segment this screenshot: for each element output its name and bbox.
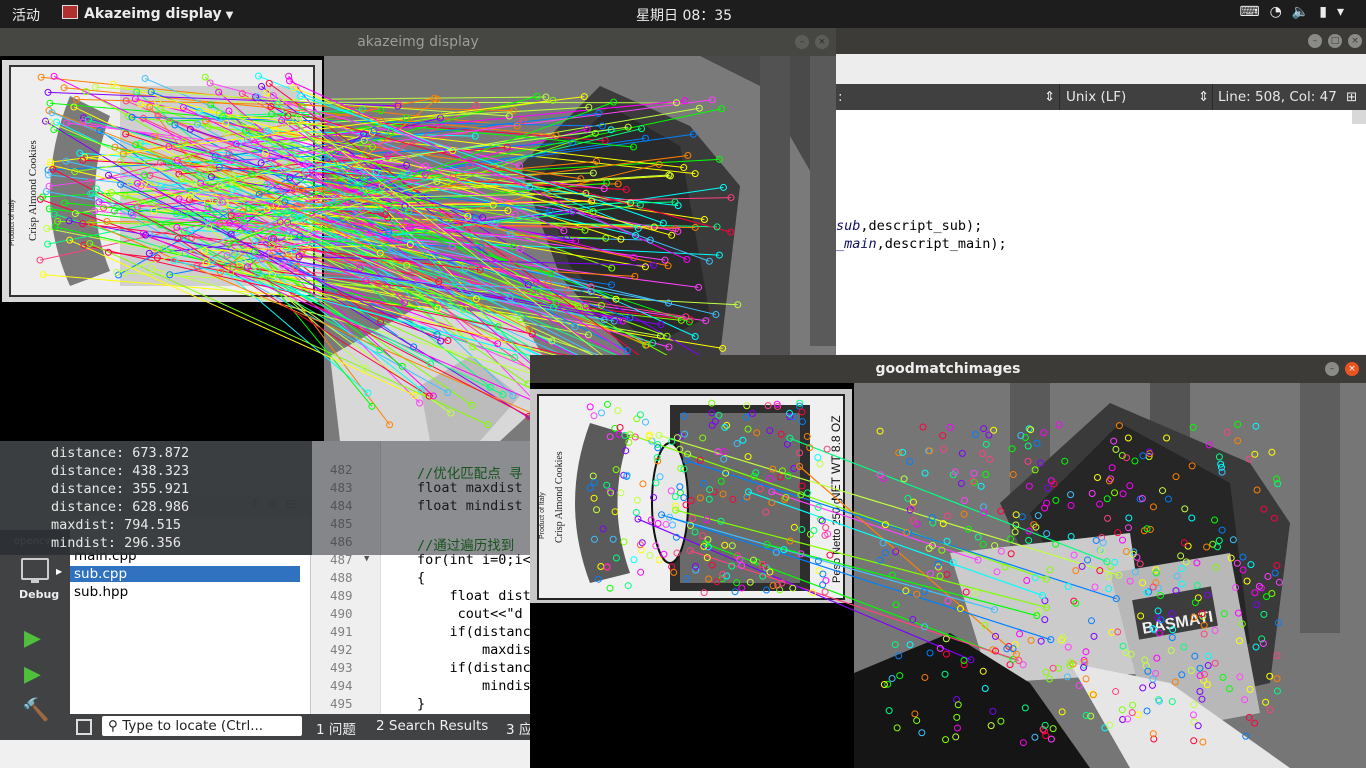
updown-chevron-icon[interactable]: ⇕ (1198, 89, 1209, 105)
updown-chevron-icon[interactable]: ⇕ (1044, 89, 1055, 105)
line-ending-selector[interactable]: Unix (LF) (1066, 89, 1126, 105)
mode-bar: opencv ▶ Debug ▶ ▶ 🔨 (0, 530, 70, 740)
debug-run-icon[interactable]: ▶ (24, 662, 41, 687)
line-number: 488 (330, 570, 353, 585)
tab-search-results[interactable]: 2 Search Results (376, 718, 488, 734)
goodmatchimages-window: goodmatchimages – × BASMATI Crisp Almond… (530, 355, 1366, 768)
line-number: 495 (330, 696, 353, 711)
console-line: mindist: 296.356 (51, 535, 182, 551)
code-line: maxdis (417, 642, 531, 658)
app-icon (62, 5, 78, 19)
box-label: Product of Italy (539, 492, 546, 539)
console-line: distance: 438.323 (51, 463, 190, 479)
box-label: Product of Italy (9, 199, 16, 246)
system-tray[interactable]: ⌨◔🔈▮▾ (1239, 4, 1354, 20)
box-label: Crisp Almond Cookies (554, 451, 565, 543)
line-number: 493 (330, 660, 353, 675)
file-item-sub-cpp[interactable]: sub.cpp (70, 566, 300, 582)
code-line: _main,descript_main); (836, 236, 1007, 252)
wifi-icon[interactable]: ◔ (1270, 4, 1292, 20)
close-icon[interactable]: × (815, 35, 829, 49)
search-icon: ⚲ (108, 718, 123, 734)
image-canvas[interactable]: BASMATI Crisp Almond Cookies Product of … (530, 383, 1366, 768)
file-item-sub-hpp[interactable]: sub.hpp (74, 584, 128, 600)
build-hammer-icon[interactable]: 🔨 (22, 698, 49, 723)
tab-issues[interactable]: 1 问题 (316, 718, 356, 738)
keyboard-icon[interactable]: ⌨ (1239, 4, 1269, 20)
clock[interactable]: 星期日 08：35 (636, 5, 732, 25)
line-number: 489 (330, 588, 353, 603)
chevron-down-icon: ▼ (225, 10, 234, 21)
minimize-icon[interactable]: – (795, 35, 809, 49)
console-line: distance: 355.921 (51, 481, 190, 497)
app-menu-label: Akazeimg display (84, 6, 222, 22)
menu-bar (836, 54, 1366, 84)
code-line: if(distanc (417, 660, 531, 676)
code-line: sub,descript_sub); (836, 218, 983, 234)
fold-icon[interactable]: ▼ (364, 554, 369, 564)
editor-toolbar: : ⇕ Unix (LF) ⇕ Line: 508, Col: 47 ⊞ (836, 84, 1366, 110)
code-line: if(distanc (417, 624, 531, 640)
close-icon[interactable]: × (1348, 34, 1362, 48)
chevron-right-icon: ▶ (56, 567, 63, 576)
volume-icon[interactable]: 🔈 (1292, 4, 1319, 20)
scrollbar[interactable] (1352, 110, 1366, 124)
code-line: } (417, 696, 426, 712)
encoding-chevron-icon: : (838, 89, 843, 105)
console-line: distance: 673.872 (51, 445, 190, 461)
locator-placeholder: Type to locate (Ctrl... (122, 718, 264, 734)
power-menu-icon[interactable]: ▾ (1337, 4, 1354, 20)
line-number: 491 (330, 624, 353, 639)
maximize-icon[interactable]: □ (1328, 34, 1342, 48)
cursor-position[interactable]: Line: 508, Col: 47 (1218, 89, 1337, 105)
battery-icon[interactable]: ▮ (1319, 4, 1337, 20)
run-icon[interactable]: ▶ (24, 626, 41, 651)
close-icon[interactable]: × (1345, 362, 1359, 376)
tab-application-output[interactable]: 3 应 (506, 718, 532, 738)
code-line: mindis (417, 678, 531, 694)
line-number: 494 (330, 678, 353, 693)
code-editor-right[interactable]: sub,descript_sub); _main,descript_main); (836, 110, 1366, 354)
top-bar: 活动 Akazeimg display ▼ 星期日 08：35 ⌨◔🔈▮▾ (0, 0, 1366, 28)
activities-button[interactable]: 活动 (12, 5, 40, 25)
minimize-icon[interactable]: – (1325, 362, 1339, 376)
monitor-icon[interactable] (21, 558, 49, 583)
window-title[interactable]: akazeimg display (0, 28, 836, 56)
console-line: maxdist: 794.515 (51, 517, 182, 533)
code-line: { (417, 570, 426, 586)
code-line: cout<<"d (417, 606, 523, 622)
console-line: distance: 628.986 (51, 499, 190, 515)
code-line: float dist (417, 588, 531, 604)
window-title[interactable]: goodmatchimages (530, 355, 1366, 383)
locator-input[interactable]: ⚲ Type to locate (Ctrl... (102, 716, 302, 736)
divider (1212, 84, 1213, 110)
divider (1059, 84, 1060, 110)
build-config-label: Debug (19, 588, 60, 601)
minimize-icon[interactable]: – (1308, 34, 1322, 48)
toggle-sidebar-icon[interactable] (76, 719, 92, 735)
line-number: 490 (330, 606, 353, 621)
good-match-image: BASMATI Crisp Almond Cookies Product of … (530, 383, 1366, 768)
line-number: 492 (330, 642, 353, 657)
output-pane-bar: ⚲ Type to locate (Ctrl... 1 问题 2 Search … (70, 714, 540, 740)
app-menu[interactable]: Akazeimg display ▼ (62, 5, 233, 22)
split-icon[interactable]: ⊞ (1346, 89, 1357, 105)
qt-creator-titlebar: – □ × (836, 28, 1366, 54)
box-label: Crisp Almond Cookies (27, 140, 39, 241)
